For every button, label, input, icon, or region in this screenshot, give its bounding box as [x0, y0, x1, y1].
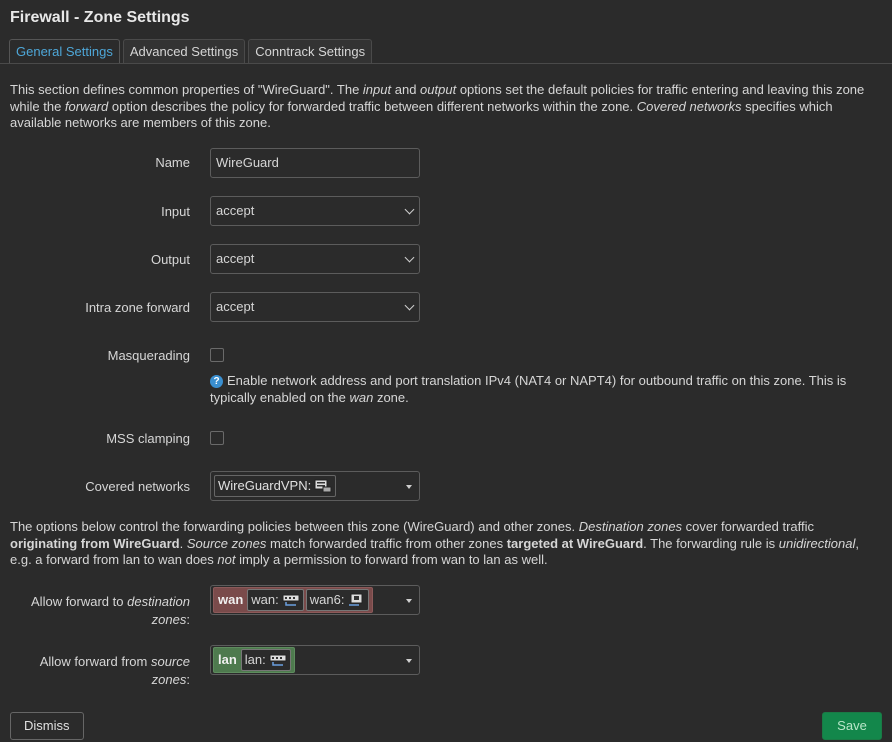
output-policy-label: Output — [150, 252, 190, 267]
fwd-text-4: match forwarded traffic from other zones — [266, 535, 507, 551]
chevron-down-icon — [404, 252, 415, 263]
dest-zones-label-a: Allow forward to — [31, 594, 128, 609]
zone-network-wan6-label: wan6: — [309, 592, 345, 607]
intro-text-2: and — [391, 82, 421, 97]
fwd-text-7: imply a permission to forward from wan t… — [235, 552, 548, 567]
forwarding-description: The options below control the forwarding… — [10, 519, 880, 569]
dest-zones-label-b: zones — [151, 612, 187, 627]
dropdown-caret-icon — [406, 599, 412, 603]
zone-name-wan: wan — [218, 592, 244, 607]
network-interface-icon — [314, 479, 332, 493]
masquerading-help-wan: wan — [349, 389, 374, 405]
intra-zone-forward-value: accept — [216, 299, 255, 314]
intro-text-4: option describes the policy for forwarde… — [108, 98, 637, 114]
intra-zone-forward-label: Intra zone forward — [85, 300, 190, 315]
zone-name-lan: lan — [218, 652, 237, 667]
network-chip-label: WireGuardVPN: — [218, 478, 312, 493]
help-icon: ? — [210, 375, 223, 388]
covered-networks-label: Covered networks — [85, 479, 190, 494]
dest-zones-label-em: destination — [127, 594, 190, 609]
name-label: Name — [155, 155, 190, 170]
zone-badge-wan: wan wan: wan6: — [213, 587, 374, 613]
dropdown-caret-icon — [406, 485, 412, 489]
zone-network-wan-label: wan: — [251, 592, 279, 607]
input-policy-label: Input — [161, 204, 190, 219]
tab-conntrack-settings[interactable]: Conntrack Settings — [248, 39, 373, 64]
chevron-down-icon — [404, 300, 415, 311]
zone-network-wan6: wan6: — [305, 589, 370, 611]
masquerading-help-text: Enable network address and port translat… — [210, 373, 847, 405]
output-policy-value: accept — [216, 251, 255, 266]
masquerading-help: ? Enable network address and port transla… — [210, 373, 880, 406]
intro-covered-em: Covered networks — [636, 98, 742, 114]
network-chip-wireguardvpn: WireGuardVPN: — [214, 475, 337, 497]
masquerading-label: Masquerading — [107, 348, 190, 363]
src-zones-label-b: zones — [151, 672, 187, 687]
name-input-value: WireGuard — [216, 155, 279, 170]
covered-networks-select[interactable]: WireGuardVPN: — [210, 471, 420, 501]
fwd-text-5: . The forwarding rule is — [643, 535, 779, 551]
tab-divider — [0, 63, 892, 64]
src-zones-label-em: source — [150, 654, 190, 669]
intra-zone-forward-select[interactable]: accept — [210, 292, 420, 322]
zone-network-lan: lan: — [240, 649, 291, 671]
src-zones-select[interactable]: lan lan: — [210, 645, 420, 675]
dest-zones-label-colon: : — [186, 612, 190, 627]
dest-zones-label: Allow forward to destination zones: — [0, 593, 190, 629]
masquerading-checkbox[interactable] — [210, 348, 224, 362]
fwd-text-1: The options below control the forwarding… — [10, 519, 579, 534]
fwd-targeted-strong: targeted at WireGuard — [506, 535, 644, 551]
ethernet-port-icon — [282, 593, 300, 607]
dropdown-caret-icon — [406, 659, 412, 663]
fwd-text-3: . — [179, 535, 187, 551]
chevron-down-icon — [404, 204, 415, 215]
tab-general-settings[interactable]: General Settings — [9, 39, 120, 64]
tab-advanced-settings[interactable]: Advanced Settings — [122, 39, 246, 64]
name-input[interactable]: WireGuard — [210, 148, 420, 178]
dest-zones-select[interactable]: wan wan: wan6: — [210, 585, 420, 615]
masquerading-help-end: zone. — [373, 389, 409, 405]
fwd-dest-zones-em: Destination zones — [578, 519, 683, 534]
zone-network-wan: wan: — [247, 589, 304, 611]
intro-text-1: This section defines common properties o… — [10, 82, 363, 97]
save-button[interactable]: Save — [822, 712, 882, 740]
ethernet-port-icon — [269, 653, 287, 667]
zone-network-lan-label: lan: — [244, 652, 266, 667]
fwd-originating-strong: originating from WireGuard — [10, 535, 180, 551]
page-title: Firewall - Zone Settings — [10, 9, 190, 26]
output-policy-select[interactable]: accept — [210, 244, 420, 274]
fwd-text-2: cover forwarded traffic — [682, 519, 815, 534]
src-zones-label-a: Allow forward from — [39, 654, 151, 669]
fwd-unidirectional-em: unidirectional — [778, 535, 856, 551]
intro-output-em: output — [420, 82, 457, 97]
network-interface-icon — [347, 593, 365, 607]
tab-bar: General Settings Advanced Settings Connt… — [9, 39, 375, 64]
fwd-not-em: not — [217, 552, 236, 567]
dismiss-button[interactable]: Dismiss — [10, 712, 84, 740]
input-policy-select[interactable]: accept — [210, 196, 420, 226]
intro-input-em: input — [362, 82, 392, 97]
zone-description: This section defines common properties o… — [10, 82, 880, 132]
input-policy-value: accept — [216, 203, 255, 218]
mss-clamping-label: MSS clamping — [106, 431, 190, 446]
fwd-src-zones-em: Source zones — [186, 535, 267, 551]
zone-badge-lan: lan lan: — [213, 647, 295, 673]
src-zones-label: Allow forward from source zones: — [0, 653, 190, 689]
mss-clamping-checkbox[interactable] — [210, 431, 224, 445]
intro-forward-em: forward — [64, 98, 109, 114]
src-zones-label-colon: : — [186, 672, 190, 687]
